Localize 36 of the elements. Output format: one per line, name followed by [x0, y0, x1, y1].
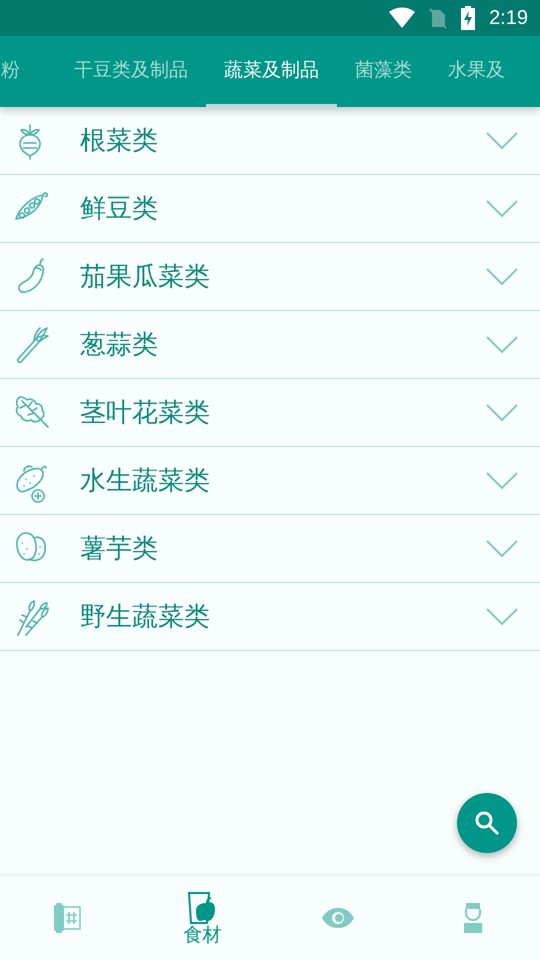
chevron-down-icon[interactable]: [486, 132, 518, 150]
clock-time: 2:19: [489, 6, 528, 30]
category-name: 根菜类: [80, 125, 159, 158]
chevron-down-icon[interactable]: [486, 608, 518, 626]
category-name: 野生蔬菜类: [80, 601, 211, 634]
chevron-down-icon[interactable]: [486, 336, 518, 354]
search-button[interactable]: [457, 793, 517, 853]
chevron-down-icon[interactable]: [486, 404, 518, 422]
category-name: 鲜豆类: [80, 193, 159, 226]
category-tab[interactable]: 水果及: [430, 36, 523, 107]
category-tab[interactable]: 蔬菜及制品: [206, 36, 337, 107]
category-name: 茄果瓜菜类: [80, 261, 211, 294]
category-row[interactable]: 薯芋类: [0, 515, 540, 583]
nav-label[interactable]: 食材: [184, 924, 222, 946]
category-tab[interactable]: 干豆类及制品: [56, 36, 206, 107]
category-name: 薯芋类: [80, 533, 159, 566]
category-row[interactable]: 野生蔬菜类: [0, 583, 540, 651]
category-row[interactable]: 鲜豆类: [0, 175, 540, 243]
chevron-down-icon[interactable]: [486, 540, 518, 558]
battery-charging-icon: [461, 6, 476, 30]
category-name: 葱蒜类: [80, 329, 159, 362]
chevron-down-icon[interactable]: [486, 200, 518, 218]
chevron-down-icon[interactable]: [486, 268, 518, 286]
category-row[interactable]: 水生蔬菜类: [0, 447, 540, 515]
category-name: 水生蔬菜类: [80, 465, 211, 498]
category-tab[interactable]: 粉: [0, 36, 56, 107]
category-name: 茎叶花菜类: [80, 397, 211, 430]
category-tab[interactable]: 菌藻类: [337, 36, 430, 107]
wifi-icon: [389, 7, 416, 29]
category-row[interactable]: 茄果瓜菜类: [0, 243, 540, 311]
no-sim-icon: [429, 7, 448, 29]
category-row[interactable]: 葱蒜类: [0, 311, 540, 379]
search-icon: [474, 810, 500, 836]
chevron-down-icon[interactable]: [486, 472, 518, 490]
category-row[interactable]: 根菜类: [0, 107, 540, 175]
category-row[interactable]: 茎叶花菜类: [0, 379, 540, 447]
